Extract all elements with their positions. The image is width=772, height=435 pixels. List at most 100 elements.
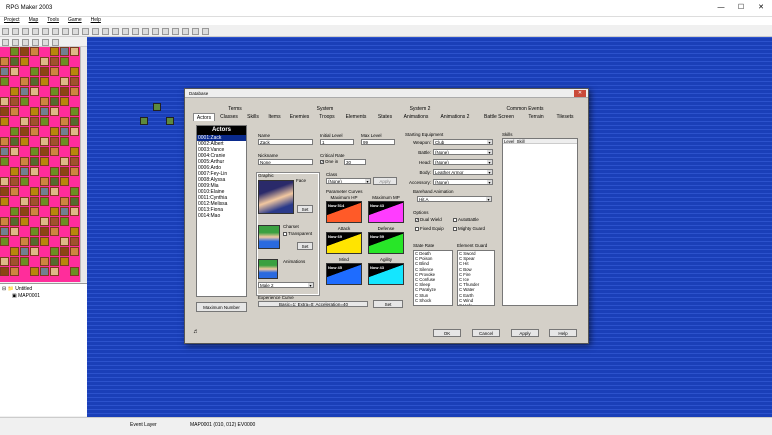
tileset-tile[interactable] (40, 217, 49, 226)
fill-icon[interactable] (31, 39, 39, 46)
state-rate-list[interactable]: C Death C Poison C Blind C Silence C Provoke… (413, 250, 453, 306)
tileset-tile[interactable] (50, 257, 59, 266)
close-window-button[interactable]: ✕ (752, 2, 770, 14)
tileset-tile[interactable] (50, 217, 59, 226)
tab-actors[interactable]: Actors (193, 113, 215, 121)
tileset-tile[interactable] (40, 147, 49, 156)
tileset-tile[interactable] (70, 47, 79, 56)
tileset-tile[interactable] (10, 47, 19, 56)
option-checkbox[interactable]: Mighty Guard (453, 226, 485, 231)
play-icon[interactable] (171, 28, 179, 35)
tab-skills[interactable]: Skills (243, 113, 263, 121)
charset-set-button[interactable]: Set (297, 242, 313, 250)
element-guard-list[interactable]: C Sword C Spear C Hit C Bow C Fire C Ice C Thu… (457, 250, 495, 306)
tileset-tile[interactable] (20, 247, 29, 256)
tileset-tile[interactable] (10, 207, 19, 216)
minimize-button[interactable]: — (712, 2, 730, 14)
tileset-tile[interactable] (70, 197, 79, 206)
tileset-tile[interactable] (20, 77, 29, 86)
tileset-tile[interactable] (30, 77, 39, 86)
tileset-tile[interactable] (40, 97, 49, 106)
equip-dropdown[interactable]: (None) (433, 149, 493, 155)
animation-dropdown[interactable]: Male 2 (258, 282, 314, 288)
layer-upper-icon[interactable] (61, 28, 69, 35)
tileset-tile[interactable] (50, 247, 59, 256)
script-icon[interactable] (141, 28, 149, 35)
tileset-tile[interactable] (40, 177, 49, 186)
parameter-curve-graph[interactable]: Now 43 (368, 201, 404, 223)
equip-dropdown[interactable]: Leather Armor (433, 169, 493, 175)
tileset-tile[interactable] (70, 247, 79, 256)
tileset-tile[interactable] (20, 237, 29, 246)
tileset-tile[interactable] (0, 147, 9, 156)
tileset-tile[interactable] (50, 97, 59, 106)
tileset-tile[interactable] (10, 177, 19, 186)
tileset-tile[interactable] (50, 267, 59, 276)
tileset-tile[interactable] (30, 247, 39, 256)
fullscreen-icon[interactable] (181, 28, 189, 35)
help-button[interactable]: Help (549, 329, 577, 337)
equip-dropdown[interactable]: (None) (433, 159, 493, 165)
tileset-tile[interactable] (60, 177, 69, 186)
tileset-tile[interactable] (70, 67, 79, 76)
tileset-tile[interactable] (0, 257, 9, 266)
tileset-tile[interactable] (50, 147, 59, 156)
tree-root[interactable]: ⊟ 📁 Untitled (2, 286, 32, 292)
tileset-tile[interactable] (40, 257, 49, 266)
tileset-tile[interactable] (0, 187, 9, 196)
tileset-tile[interactable] (70, 77, 79, 86)
tab-battle-screen[interactable]: Battle Screen (477, 113, 521, 121)
tileset-tile[interactable] (0, 227, 9, 236)
new-project-icon[interactable] (1, 28, 9, 35)
tileset-tile[interactable] (70, 237, 79, 246)
tileset-tile[interactable] (0, 237, 9, 246)
event-tile[interactable] (153, 103, 161, 111)
tileset-tile[interactable] (20, 97, 29, 106)
tab-system[interactable]: System (305, 105, 345, 113)
tileset-tile[interactable] (10, 97, 19, 106)
tileset-tile[interactable] (60, 217, 69, 226)
tileset-tile[interactable] (50, 177, 59, 186)
tileset-tile[interactable] (20, 177, 29, 186)
tileset-tile[interactable] (30, 167, 39, 176)
tileset-tile[interactable] (40, 57, 49, 66)
tileset-tile[interactable] (30, 87, 39, 96)
tileset-tile[interactable] (30, 187, 39, 196)
tab-troops[interactable]: Troops (315, 113, 339, 121)
option-checkbox[interactable]: ✓Dual Wield (415, 217, 442, 222)
tab-enemies[interactable]: Enemies (286, 113, 313, 121)
tileset-tile[interactable] (50, 107, 59, 116)
title-icon[interactable] (191, 28, 199, 35)
tileset-tile[interactable] (60, 257, 69, 266)
help-icon[interactable] (201, 28, 209, 35)
tab-animations-2[interactable]: Animations 2 (435, 113, 475, 121)
tileset-tile[interactable] (20, 197, 29, 206)
critical-rate-input[interactable]: 30 (344, 159, 366, 165)
tileset-tile[interactable] (10, 57, 19, 66)
tileset-tile[interactable] (0, 157, 9, 166)
tileset-tile[interactable] (70, 127, 79, 136)
tileset-tile[interactable] (0, 77, 9, 86)
menu-project[interactable]: Project (4, 17, 20, 23)
tileset-tile[interactable] (60, 57, 69, 66)
tab-tilesets[interactable]: Tilesets (551, 113, 579, 121)
circle-icon[interactable] (21, 39, 29, 46)
tileset-tile[interactable] (70, 107, 79, 116)
zoom-2-icon[interactable] (91, 28, 99, 35)
tileset-tile[interactable] (60, 97, 69, 106)
tileset-tile[interactable] (30, 67, 39, 76)
experience-set-button[interactable]: Set (373, 300, 403, 308)
equip-dropdown[interactable]: Club (433, 139, 493, 145)
tileset-tile[interactable] (10, 267, 19, 276)
tileset-tile[interactable] (60, 87, 69, 96)
tileset-tile[interactable] (60, 247, 69, 256)
tileset-tile[interactable] (60, 117, 69, 126)
tileset-tile[interactable] (20, 157, 29, 166)
zoom-8-icon[interactable] (111, 28, 119, 35)
parameter-curve-graph[interactable]: Now 59 (368, 232, 404, 254)
tileset-tile[interactable] (20, 117, 29, 126)
tileset-tile[interactable] (60, 207, 69, 216)
tileset-tile[interactable] (40, 237, 49, 246)
tileset-tile[interactable] (10, 67, 19, 76)
tileset-tile[interactable] (0, 217, 9, 226)
